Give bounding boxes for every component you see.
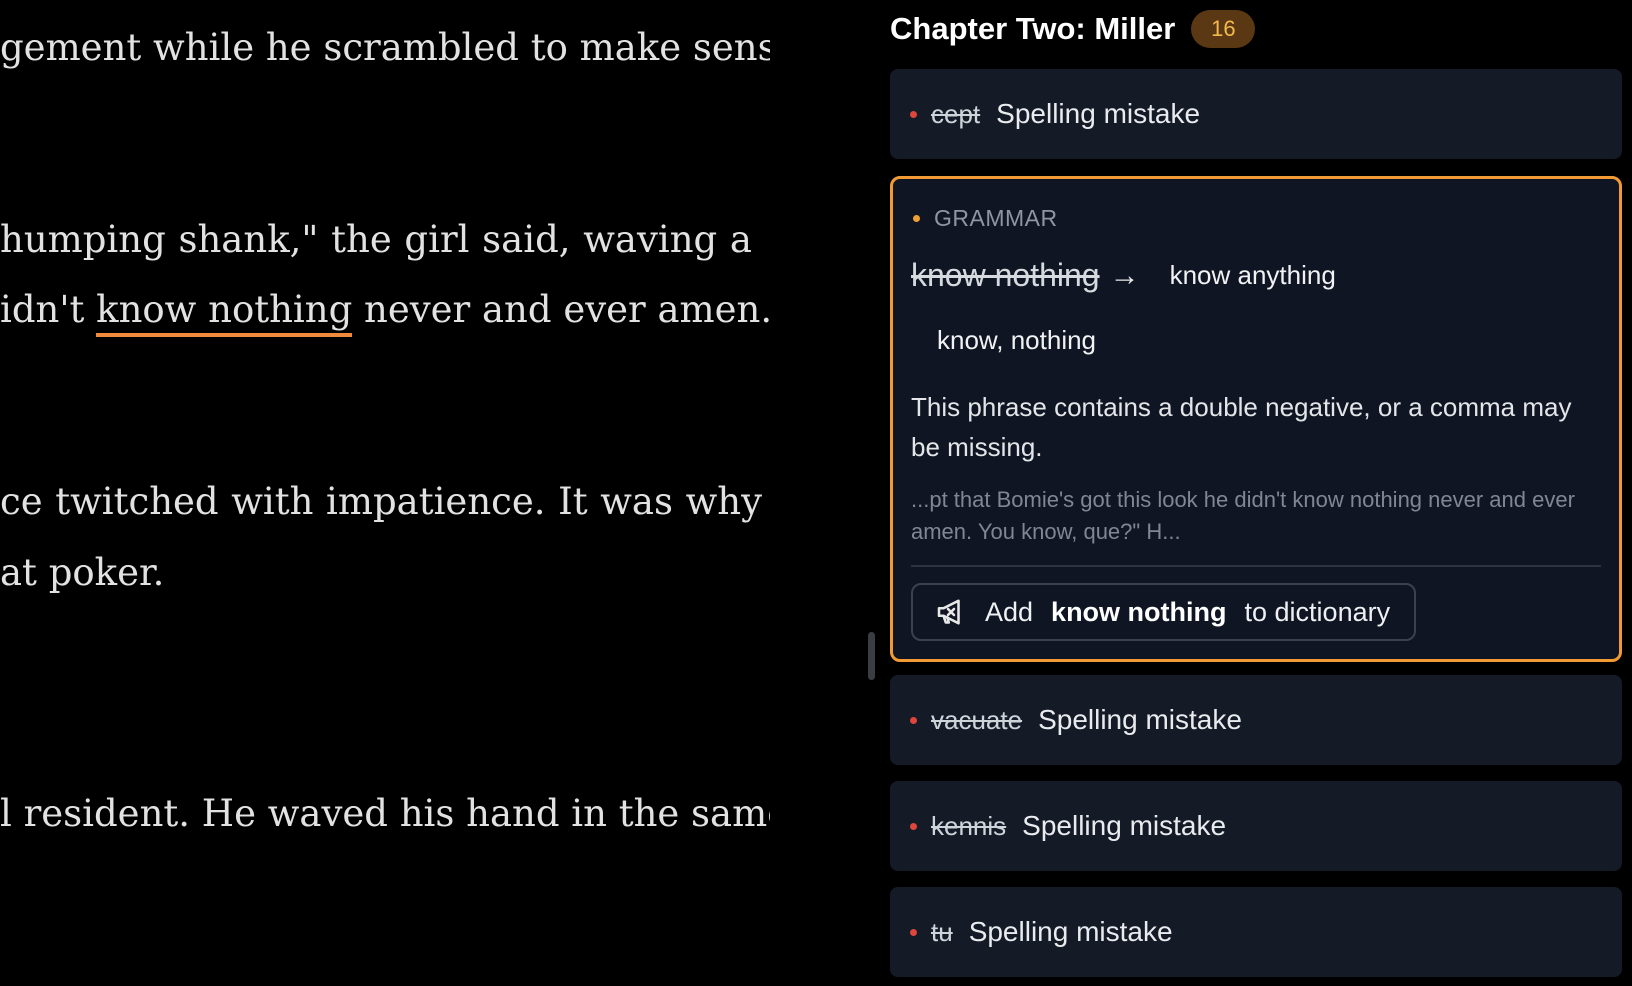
add-label: Add — [985, 596, 1034, 627]
issue-count-badge: 16 — [1191, 10, 1256, 48]
sidebar-header: Chapter Two: Miller 16 — [890, 8, 1256, 50]
pane-resize-handle[interactable] — [868, 632, 875, 680]
chapter-title: Chapter Two: Miller — [890, 11, 1176, 46]
editor-line: humping shank," the girl said, waving a — [0, 218, 752, 261]
suggestion-row: know nothing → know anything — [911, 257, 1340, 294]
editor-text: never and ever amen. — [352, 288, 770, 331]
editor-line: gement while he scrambled to make sense — [0, 26, 770, 69]
issue-word: vacuate — [931, 704, 1023, 735]
issue-label: Spelling mistake — [1038, 704, 1242, 735]
add-suffix: to dictionary — [1244, 596, 1391, 627]
issue-context: ...pt that Bomie's got this look he didn… — [911, 487, 1575, 544]
editor-line: idn't know nothing never and ever amen. — [0, 286, 770, 337]
editor-line: at poker. — [0, 551, 165, 594]
issue-message: This phrase contains a double negative, … — [911, 392, 1572, 462]
issue-card-spelling[interactable]: kennis Spelling mistake — [890, 781, 1622, 871]
suggestion-button[interactable]: know, nothing — [933, 323, 1100, 357]
editor-pane[interactable]: gement while he scrambled to make sense … — [0, 0, 770, 986]
card-divider — [911, 565, 1601, 567]
issue-card-grammar-active[interactable]: GRAMMAR know nothing → know anything kno… — [890, 176, 1622, 662]
issue-word: tu — [931, 916, 953, 947]
suggestion-button[interactable]: know anything — [1166, 258, 1340, 293]
grammar-dot-icon — [913, 215, 920, 222]
issue-card-spelling[interactable]: vacuate Spelling mistake — [890, 675, 1622, 765]
issue-word: kennis — [931, 810, 1007, 841]
issue-label: Spelling mistake — [1022, 810, 1227, 841]
original-phrase: know nothing — [911, 257, 1100, 293]
flagged-phrase[interactable]: know nothing — [96, 288, 353, 337]
editor-text: idn't — [0, 288, 97, 331]
issue-label: Spelling mistake — [968, 916, 1173, 947]
issues-sidebar: Chapter Two: Miller 16 cept Spelling mis… — [890, 0, 1622, 986]
editor-line: ce twitched with impatience. It was why — [0, 480, 762, 523]
add-to-dictionary-button[interactable]: Add know nothing to dictionary — [911, 583, 1417, 641]
spelling-dot-icon — [910, 928, 917, 936]
issue-category: GRAMMAR — [913, 205, 1058, 232]
megaphone-off-icon — [937, 599, 960, 625]
issue-label: Spelling mistake — [996, 98, 1201, 129]
issue-card-spelling[interactable]: cept Spelling mistake — [890, 69, 1622, 159]
add-word: know nothing — [1051, 596, 1227, 627]
issue-word: cept — [931, 98, 981, 129]
spelling-dot-icon — [910, 110, 917, 118]
spelling-dot-icon — [910, 716, 917, 724]
editor-line: l resident. He waved his hand in the sam… — [0, 792, 770, 835]
arrow-right-icon: → — [1109, 258, 1140, 292]
spelling-dot-icon — [910, 822, 917, 830]
category-label: GRAMMAR — [934, 205, 1058, 231]
issue-card-spelling[interactable]: tu Spelling mistake — [890, 887, 1622, 977]
